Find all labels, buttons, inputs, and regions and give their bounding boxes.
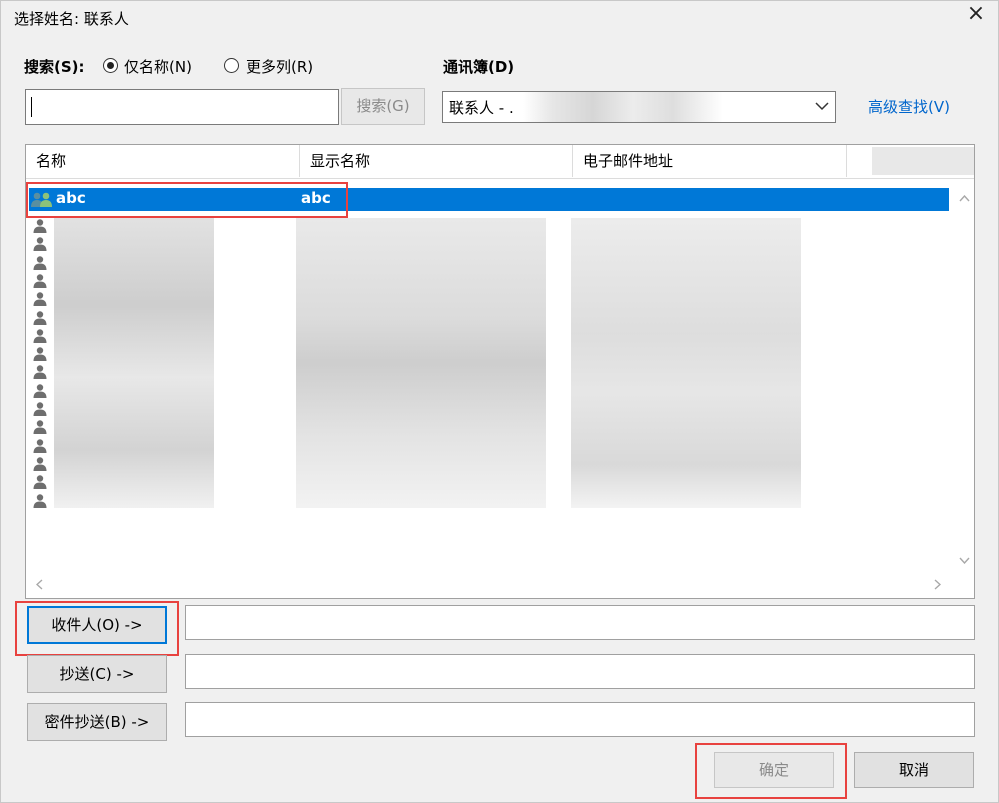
address-book-dropdown[interactable]: 联系人 - . [442,91,836,123]
search-button[interactable]: 搜索(G) [341,88,425,125]
person-icon [33,237,47,252]
scroll-right-icon[interactable] [934,579,941,590]
person-icon [33,347,47,362]
cc-button[interactable]: 抄送(C) -> [27,655,167,693]
cc-field[interactable] [185,654,975,689]
highlight-box-to-button [15,601,179,656]
person-icon [33,255,47,270]
radio-more-columns[interactable] [224,58,239,73]
close-icon[interactable]: × [964,3,988,27]
blurred-rows [26,218,948,508]
blurred-email-column [571,218,801,508]
highlight-box-ok-button [695,743,847,799]
person-icon [33,493,47,508]
person-icon [33,274,47,288]
blurred-display-name-column [296,218,546,508]
contacts-list: 名称 显示名称 电子邮件地址 abc abc [25,144,975,599]
person-icon [33,438,47,453]
scroll-left-icon[interactable] [36,579,43,590]
search-input[interactable] [25,89,339,125]
scroll-down-icon[interactable] [959,557,970,564]
person-icon [33,365,47,380]
cancel-button[interactable]: 取消 [854,752,974,788]
highlight-box-selected-row [26,182,348,218]
person-icon [33,383,47,398]
person-icon [33,402,47,416]
to-field[interactable] [185,605,975,640]
person-icon [33,292,47,307]
blurred-region [523,92,723,122]
advanced-find-link[interactable]: 高级查找(V) [868,96,950,117]
person-icon [33,457,47,471]
bcc-field[interactable] [185,702,975,737]
vertical-scrollbar[interactable] [955,185,974,573]
dialog-title: 选择姓名: 联系人 [14,10,129,28]
column-header-name[interactable]: 名称 [26,145,300,177]
header-filler [872,147,974,175]
blurred-name-column [54,218,214,508]
column-header-display-name[interactable]: 显示名称 [300,145,573,177]
horizontal-scrollbar[interactable] [26,574,951,594]
list-header: 名称 显示名称 电子邮件地址 [26,145,974,179]
person-icon [33,475,47,490]
column-header-email[interactable]: 电子邮件地址 [573,145,847,177]
scroll-up-icon[interactable] [959,195,970,202]
search-label: 搜索(S): [24,58,85,76]
person-icon [33,329,47,343]
radio-more-columns-label: 更多列(R) [246,58,314,76]
address-book-label: 通讯簿(D) [443,58,515,76]
person-icon [33,219,47,233]
person-icon [33,310,47,325]
chevron-down-icon [815,102,829,111]
bcc-button[interactable]: 密件抄送(B) -> [27,703,167,741]
address-book-value: 联系人 - . [449,99,514,117]
person-icon [33,420,47,435]
radio-name-only-label: 仅名称(N) [124,58,192,76]
text-cursor [31,97,32,117]
radio-name-only[interactable] [103,58,118,73]
